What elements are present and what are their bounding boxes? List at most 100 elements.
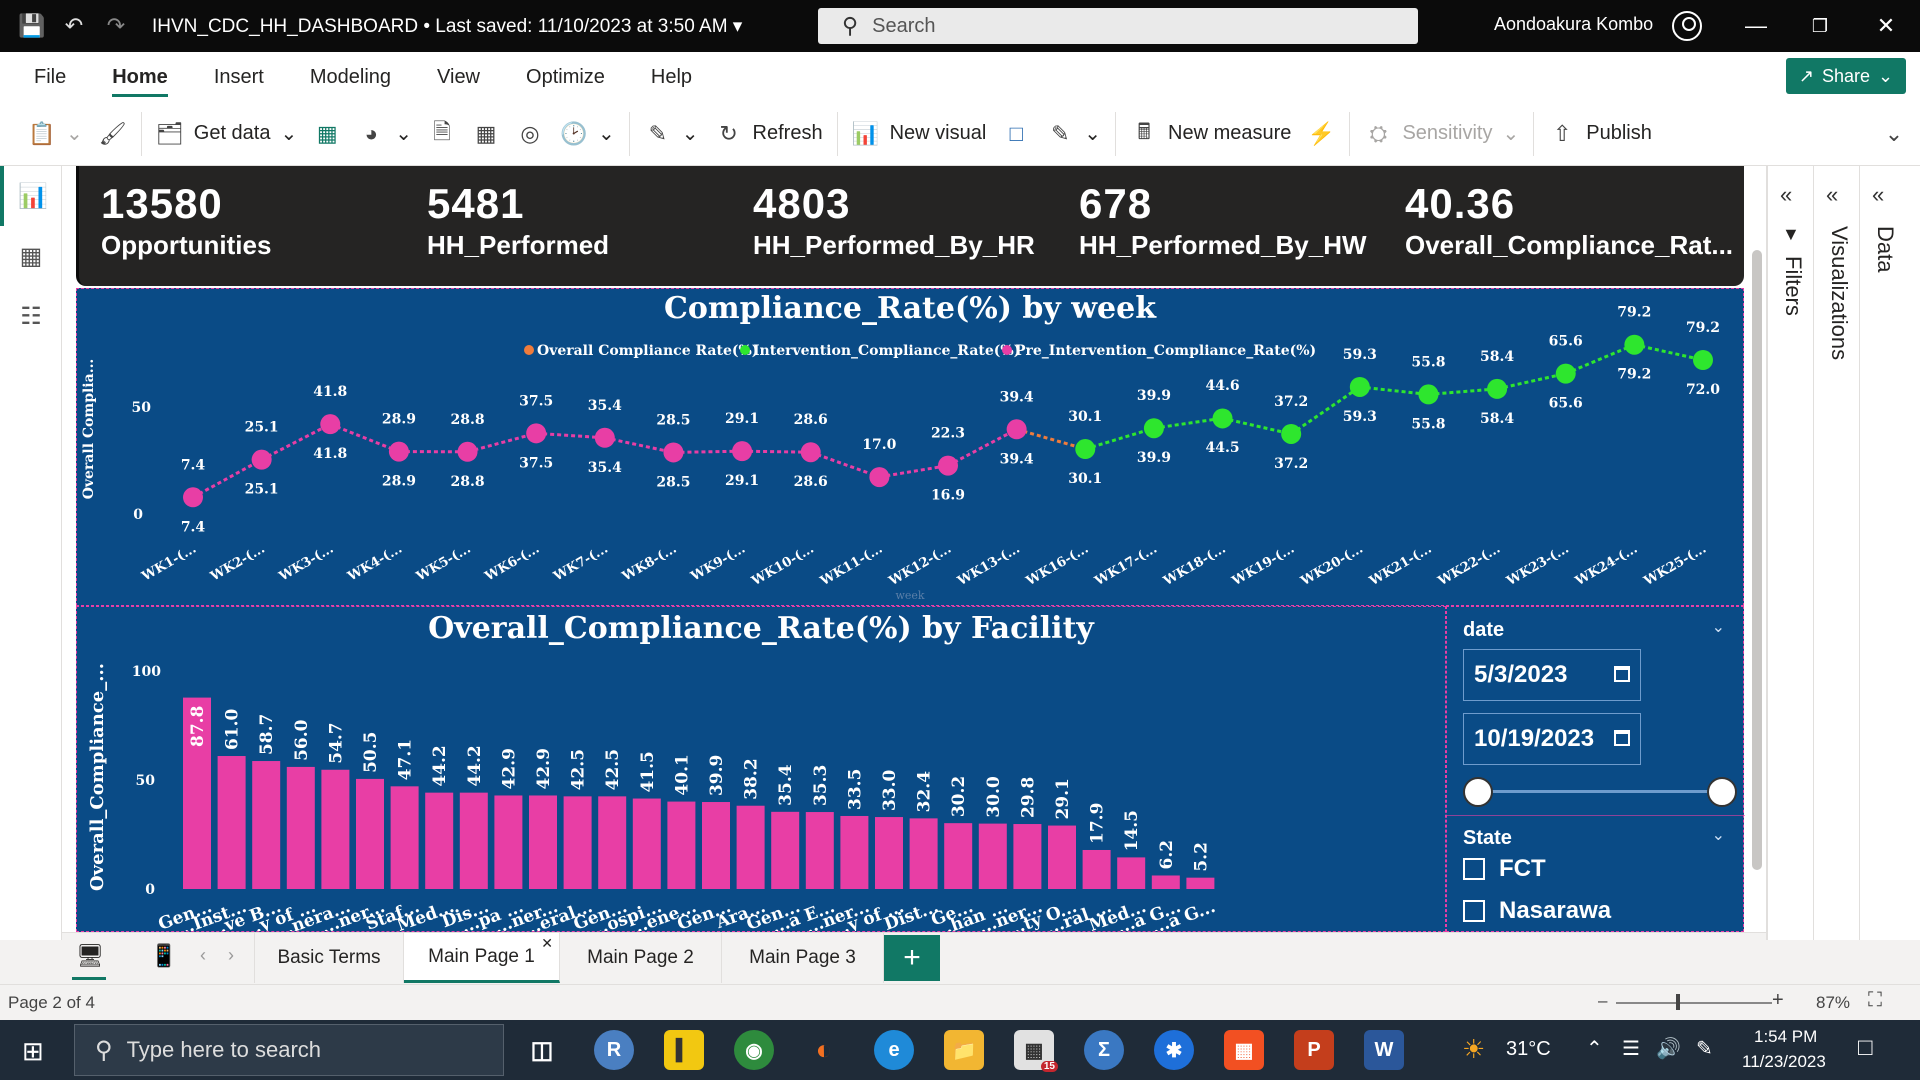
dataverse-button[interactable]: 🗎 [420,110,464,158]
kpi-card[interactable]: 5481 HH_Performed [427,180,609,261]
menu-modeling[interactable]: Modeling [310,58,391,97]
notifications-icon[interactable]: □ [1858,1034,1873,1062]
zoom-slider-thumb[interactable] [1676,994,1680,1010]
search-input[interactable]: ⚲ Search [818,8,1418,44]
collapse-icon[interactable]: « [1872,182,1884,208]
add-page-button[interactable]: + [884,935,940,981]
save-icon[interactable]: 💾 [14,8,50,44]
powerpoint-app-icon[interactable]: P [1294,1030,1334,1070]
taskbar-search-input[interactable]: ⚲ Type here to search [74,1024,504,1076]
zoom-slider[interactable] [1616,1002,1772,1004]
minimize-button[interactable]: — [1736,10,1776,42]
new-measure-button[interactable]: 🖩 New measure [1122,110,1299,158]
refresh-button[interactable]: ↻ Refresh [707,110,831,158]
transform-data-button[interactable]: ✎ ⌄ [636,110,707,158]
kpi-card[interactable]: 678 HH_Performed_By_HW [1079,180,1367,261]
visualizations-pane[interactable]: «Visualizations [1813,166,1859,940]
quick-measure-button[interactable]: ⚡ [1299,110,1343,158]
tab-main-page-1[interactable]: Main Page 1 ✕ [404,933,560,983]
close-icon[interactable]: ✕ [541,935,553,952]
menu-file[interactable]: File [34,58,66,97]
user-avatar-icon[interactable] [1672,11,1702,41]
mobile-layout-icon[interactable]: 📱 [150,943,177,969]
ribbon-collapse-button[interactable]: ⌄ [1872,110,1916,158]
desktop-layout-icon[interactable]: 🖥 [76,943,104,969]
paste-button[interactable]: 📋 ⌄ [20,110,91,158]
tab-main-page-2[interactable]: Main Page 2 [560,933,722,983]
calendar-icon[interactable] [1614,730,1630,746]
compliance-by-facility-chart[interactable]: Overall_Compliance_Rate(%) by Facility 0… [76,606,1446,932]
range-end-handle[interactable] [1707,777,1737,807]
share-button[interactable]: ↗ Share ⌄ [1786,58,1906,94]
powerbi-app-icon[interactable]: ▍ [664,1030,704,1070]
report-view-icon[interactable]: 📊 [0,166,62,226]
table-view-icon[interactable]: ▦ [0,226,62,286]
data-pane[interactable]: «Data [1859,166,1905,940]
filters-pane[interactable]: «▼ Filters [1767,166,1813,940]
format-painter-button[interactable]: 🖌 [91,110,135,158]
checkbox[interactable] [1463,858,1485,880]
zoom-out-button[interactable]: – [1598,991,1607,1011]
collapse-icon[interactable]: « [1826,182,1838,208]
chrome-app-icon[interactable]: ◉ [734,1030,774,1070]
zoom-in-button[interactable]: + [1772,989,1784,1012]
kpi-card[interactable]: 13580 Opportunities [101,180,271,261]
publish-button[interactable]: ⇧ Publish [1540,110,1660,158]
canvas-scrollbar[interactable] [1752,250,1762,870]
close-button[interactable]: ✕ [1866,10,1906,42]
undo-icon[interactable]: ↶ [56,8,92,44]
chevron-down-icon[interactable]: ⌄ [1712,617,1725,637]
windows-start-icon[interactable]: ⊞ [22,1036,44,1067]
redo-icon[interactable]: ↷ [98,8,134,44]
state-option-fct[interactable]: FCT [1463,855,1546,883]
app-icon[interactable]: ✱ [1154,1030,1194,1070]
kpi-card[interactable]: 4803 HH_Performed_By_HR [753,180,1035,261]
kpi-card[interactable]: 40.36 Overall_Compliance_Rat... [1405,180,1733,261]
menu-insert[interactable]: Insert [214,58,264,97]
excel-button[interactable]: ▦ [305,110,349,158]
more-visuals-button[interactable]: ✎ ⌄ [1038,110,1109,158]
checkbox[interactable] [1463,900,1485,922]
store-app-icon[interactable]: ▦ [1224,1030,1264,1070]
word-app-icon[interactable]: W [1364,1030,1404,1070]
menu-help[interactable]: Help [651,58,692,97]
tab-main-page-3[interactable]: Main Page 3 [722,933,884,983]
date-from-input[interactable]: 5/3/2023 [1463,649,1641,701]
get-data-button[interactable]: 🗂 Get data ⌄ [148,110,305,158]
date-to-input[interactable]: 10/19/2023 [1463,713,1641,765]
enter-data-button[interactable]: ▦ [464,110,508,158]
text-box-button[interactable]: □ [994,110,1038,158]
range-start-handle[interactable] [1463,777,1493,807]
menu-view[interactable]: View [437,58,480,97]
state-option-nasarawa[interactable]: Nasarawa [1463,897,1611,925]
document-title[interactable]: IHVN_CDC_HH_DASHBOARD • Last saved: 11/1… [152,15,742,38]
app-icon[interactable]: Σ [1084,1030,1124,1070]
chevron-down-icon[interactable]: ⌄ [1712,825,1725,845]
recent-sources-button[interactable]: ◎ [508,110,552,158]
edge-app-icon[interactable]: e [874,1030,914,1070]
compliance-by-week-chart[interactable]: Compliance_Rate(%) by week Overall Compl… [76,288,1744,606]
restore-button[interactable]: ❐ [1800,10,1840,42]
model-view-icon[interactable]: ☷ [0,286,62,346]
jupyter-app-icon[interactable]: ◐ [804,1030,844,1070]
fit-page-icon[interactable]: ⛶ [1868,989,1882,1012]
menu-optimize[interactable]: Optimize [526,58,605,97]
transform-button[interactable]: 🕑 ⌄ [552,110,623,158]
sensitivity-button[interactable]: ⛭ Sensitivity ⌄ [1356,110,1527,158]
task-view-icon[interactable]: ◫ [522,1030,562,1070]
file-explorer-icon[interactable]: 📁 [944,1030,984,1070]
collapse-icon[interactable]: « [1780,182,1792,208]
calculator-app-icon[interactable]: ▦ 15 [1014,1030,1058,1072]
calendar-icon[interactable] [1614,666,1630,682]
menu-home[interactable]: Home [112,58,168,97]
new-visual-button[interactable]: 📊 New visual [844,110,995,158]
wifi-icon[interactable]: ☰ [1622,1036,1640,1061]
volume-icon[interactable]: 🔊 [1656,1036,1681,1061]
prev-page-icon[interactable]: ‹ [200,945,206,966]
onelake-button[interactable]: ◕ ⌄ [349,110,420,158]
next-page-icon[interactable]: › [228,945,234,966]
tab-basic-terms[interactable]: Basic Terms [254,933,404,983]
tray-expand-icon[interactable]: ⌃ [1586,1036,1603,1061]
pen-icon[interactable]: ✎ [1696,1036,1713,1061]
r-app-icon[interactable]: R [594,1030,634,1070]
